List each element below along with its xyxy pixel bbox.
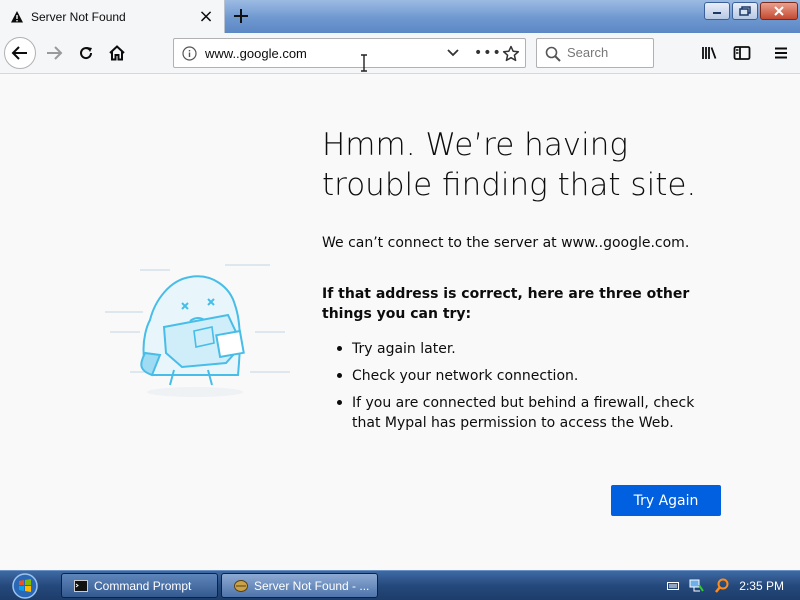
search-input[interactable] — [567, 45, 647, 60]
system-tray: 2:35 PM — [657, 571, 800, 600]
tab-server-not-found[interactable]: Server Not Found × — [0, 0, 225, 33]
text-cursor-icon — [361, 54, 367, 72]
taskbar-item-label: Server Not Found - ... — [254, 578, 370, 593]
minimize-button[interactable] — [704, 2, 730, 20]
warning-icon — [11, 10, 23, 22]
chevron-down-icon[interactable] — [446, 47, 460, 59]
arrow-left-icon — [11, 46, 27, 60]
sidebar-icon — [733, 46, 751, 60]
command-prompt-icon — [74, 579, 88, 592]
home-icon — [109, 45, 125, 61]
search-tray-icon[interactable] — [715, 578, 729, 594]
reload-icon — [80, 47, 93, 60]
library-icon — [702, 47, 717, 59]
tab-title: Server Not Found — [31, 9, 126, 24]
reload-button[interactable] — [70, 37, 102, 69]
try-again-button[interactable]: Try Again — [611, 485, 721, 516]
list-item: If you are connected but behind a firewa… — [322, 393, 722, 433]
network-icon[interactable] — [689, 578, 705, 594]
menu-button[interactable] — [765, 37, 797, 69]
keyboard-icon[interactable] — [667, 581, 680, 591]
restore-icon — [739, 6, 751, 16]
system-clock[interactable]: 2:35 PM — [739, 579, 784, 593]
taskbar-item-label: Command Prompt — [94, 578, 192, 593]
tab-close-icon[interactable]: × — [198, 6, 214, 27]
list-item: Try again later. — [322, 339, 722, 359]
page-actions-icon[interactable]: ••• — [474, 45, 502, 61]
page-title: Hmm. We’re having trouble finding that s… — [322, 127, 697, 203]
library-button[interactable] — [694, 37, 726, 69]
error-description: We can’t connect to the server at www..g… — [322, 235, 690, 251]
start-button[interactable] — [8, 573, 42, 599]
browser-icon — [234, 579, 248, 592]
arrow-right-icon — [47, 46, 63, 60]
home-button[interactable] — [101, 37, 133, 69]
plus-icon — [234, 9, 248, 23]
new-tab-button[interactable] — [231, 6, 251, 26]
suggestions-heading: If that address is correct, here are thr… — [322, 286, 690, 322]
taskbar: Command Prompt Server Not Found - ... 2:… — [0, 570, 800, 600]
taskbar-item-browser[interactable]: Server Not Found - ... — [221, 573, 378, 598]
back-button[interactable] — [4, 37, 36, 69]
search-bar[interactable] — [536, 38, 654, 68]
window-controls — [704, 2, 798, 20]
maximize-button[interactable] — [732, 2, 758, 20]
hamburger-menu-icon — [775, 47, 787, 59]
sidebar-button[interactable] — [726, 37, 758, 69]
list-item: Check your network connection. — [322, 366, 722, 386]
forward-button[interactable] — [38, 37, 70, 69]
search-icon — [545, 46, 561, 62]
bookmark-star-icon[interactable] — [502, 45, 520, 63]
close-icon — [774, 6, 784, 16]
info-icon[interactable] — [182, 46, 197, 61]
url-text[interactable]: www..google.com — [205, 46, 307, 61]
close-window-button[interactable] — [760, 2, 798, 20]
taskbar-item-command-prompt[interactable]: Command Prompt — [61, 573, 218, 598]
windows-start-icon — [12, 573, 38, 599]
sad-creature-illustration — [105, 264, 290, 397]
error-page: Hmm. We’re having trouble finding that s… — [0, 75, 800, 570]
navigation-toolbar: www..google.com ••• — [0, 33, 800, 74]
tab-strip: Server Not Found × — [0, 0, 800, 33]
address-bar[interactable]: www..google.com ••• — [173, 38, 526, 68]
minimize-icon — [713, 12, 721, 14]
suggestions-list: Try again later. Check your network conn… — [322, 339, 722, 440]
